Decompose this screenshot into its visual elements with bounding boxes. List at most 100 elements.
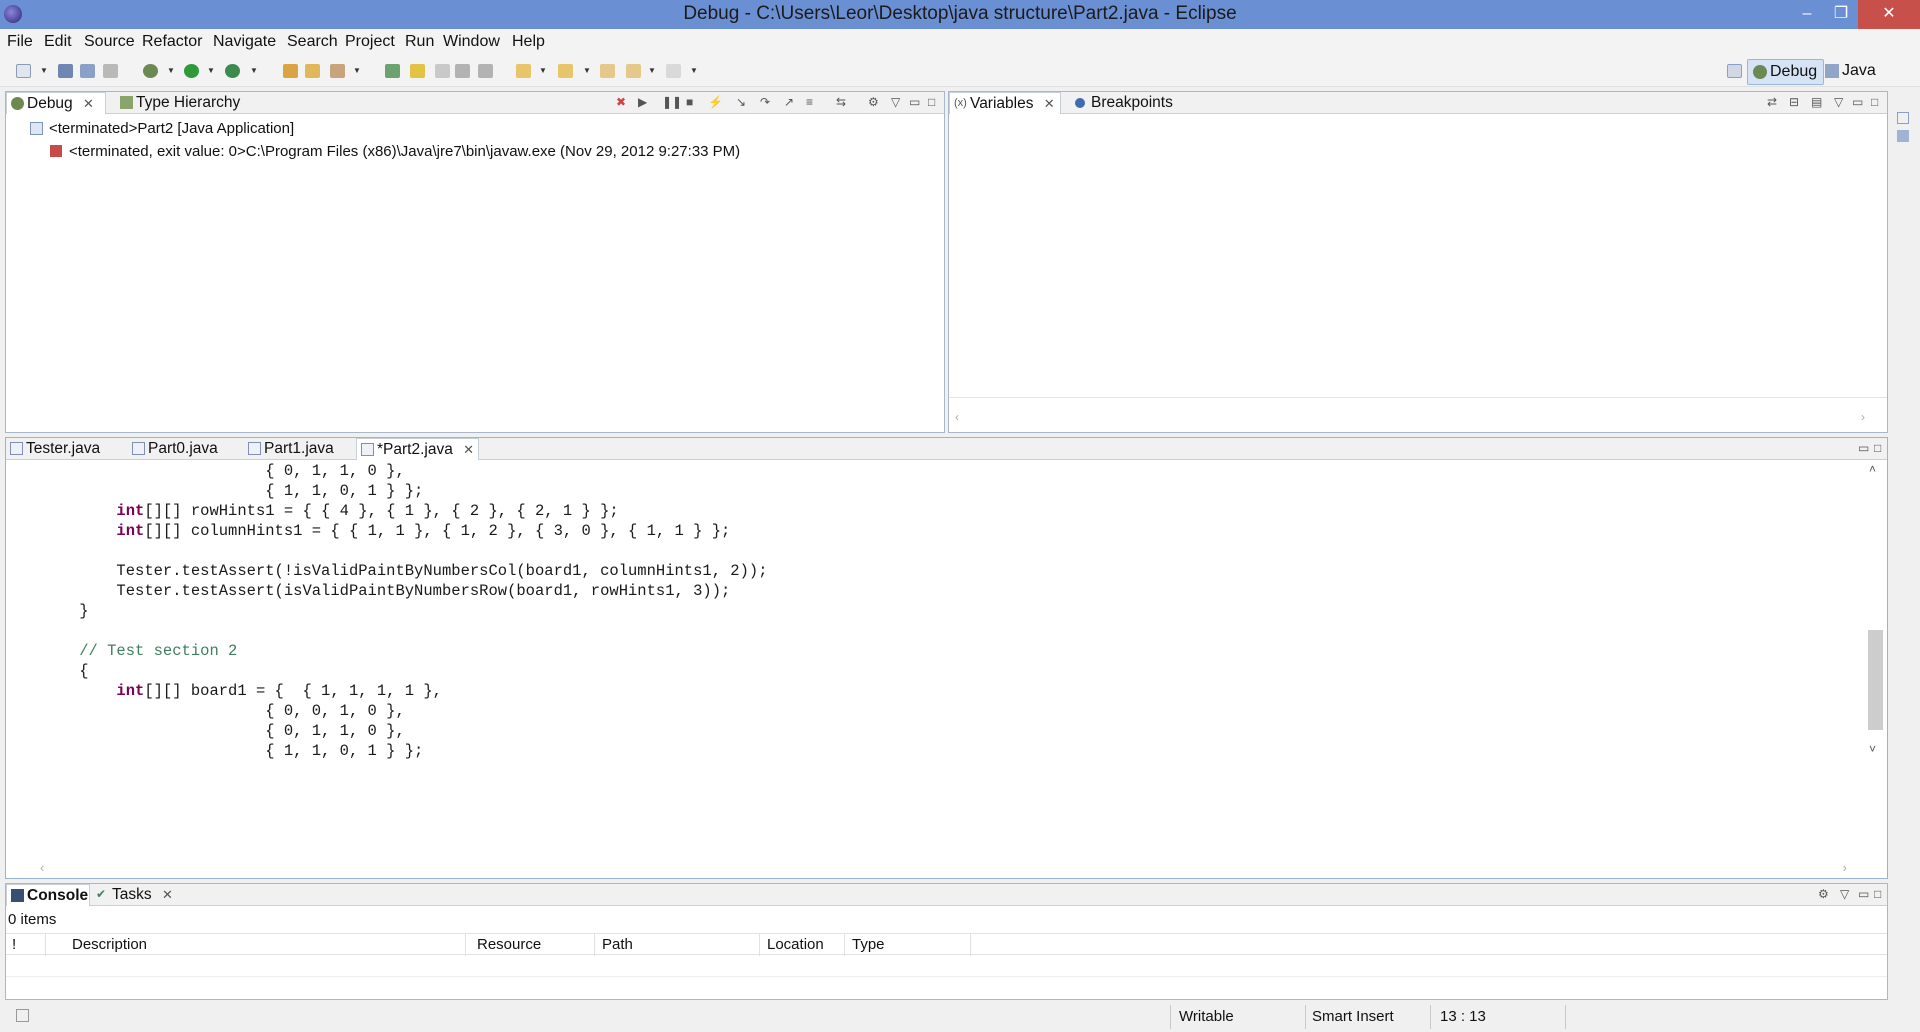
disconnect-icon[interactable]: ⚡ — [708, 95, 723, 109]
search-icon[interactable] — [330, 64, 345, 78]
chevron-down-icon[interactable]: ▽ — [1834, 95, 1843, 109]
menu-search[interactable]: Search — [287, 33, 338, 51]
step-into-icon[interactable]: ↘ — [736, 95, 746, 109]
show-type-names-icon[interactable]: ⇄ — [1767, 95, 1777, 109]
chevron-down-icon[interactable]: ▼ — [583, 66, 591, 75]
perspective-debug-button[interactable]: Debug — [1747, 59, 1825, 85]
chevron-down-icon[interactable]: ▼ — [648, 66, 656, 75]
terminate-icon[interactable]: ■ — [686, 95, 693, 109]
chevron-down-icon[interactable]: ▼ — [690, 66, 698, 75]
maximize-view-icon[interactable]: □ — [928, 95, 935, 109]
step-over-icon[interactable]: ↷ — [760, 95, 770, 109]
tab-variables[interactable]: (x) Variables ✕ — [949, 92, 1061, 114]
column-resource-header[interactable]: Resource — [471, 934, 595, 956]
menu-edit[interactable]: Edit — [44, 33, 72, 51]
maximize-view-icon[interactable]: □ — [1874, 441, 1881, 455]
save-all-icon[interactable] — [80, 64, 95, 78]
code-area[interactable]: { 0, 1, 1, 0 }, { 1, 1, 0, 1 } }; int[][… — [6, 460, 1854, 760]
chevron-down-icon[interactable]: ▼ — [353, 66, 361, 75]
tab-part0-java[interactable]: Part0.java — [128, 438, 242, 460]
menu-window[interactable]: Window — [443, 33, 500, 51]
open-resource-icon[interactable] — [305, 64, 320, 78]
maximize-view-icon[interactable]: □ — [1871, 95, 1878, 109]
collapse-all-icon[interactable]: ⊟ — [1789, 95, 1799, 109]
tab-debug[interactable]: Debug ✕ — [6, 92, 106, 114]
resume-icon[interactable]: ▶ — [638, 95, 647, 109]
scroll-right-icon[interactable]: › — [1843, 860, 1847, 875]
scroll-left-icon[interactable]: ‹ — [955, 410, 959, 424]
close-icon[interactable]: ✕ — [83, 96, 94, 111]
column-description-header[interactable]: Description — [66, 934, 466, 956]
scrollbar-thumb[interactable] — [1868, 630, 1883, 730]
tab-console[interactable]: Console — [6, 884, 90, 906]
perspective-java-button[interactable]: Java — [1820, 59, 1882, 85]
column-location-header[interactable]: Location — [761, 934, 845, 956]
block-selection-icon[interactable] — [455, 64, 470, 78]
coverage-icon[interactable] — [225, 64, 240, 78]
menu-navigate[interactable]: Navigate — [213, 33, 276, 51]
suspend-icon[interactable]: ❚❚ — [662, 95, 682, 109]
chevron-down-icon[interactable]: ▼ — [207, 66, 215, 75]
close-icon[interactable]: ✕ — [162, 887, 173, 902]
restore-icon[interactable] — [1897, 112, 1909, 124]
fast-view-icon[interactable] — [16, 1009, 29, 1022]
use-step-filters-icon[interactable]: ⇆ — [836, 95, 846, 109]
run-icon[interactable] — [184, 64, 199, 78]
show-whitespace-icon[interactable] — [478, 64, 493, 78]
chevron-down-icon[interactable]: ▼ — [250, 66, 258, 75]
scroll-left-icon[interactable]: ‹ — [40, 860, 44, 875]
chevron-down-icon[interactable]: ▽ — [891, 95, 900, 109]
tab-breakpoints[interactable]: Breakpoints — [1071, 92, 1181, 114]
column-priority-header[interactable]: ! — [6, 934, 46, 956]
scroll-up-icon[interactable]: ˄ — [1869, 462, 1876, 476]
debug-launch-item[interactable]: <terminated>Part2 [Java Application] — [30, 120, 294, 137]
close-icon[interactable]: ✕ — [1044, 96, 1055, 111]
drop-to-frame-icon[interactable]: ≡ — [806, 95, 813, 109]
new-icon[interactable] — [16, 64, 31, 78]
tab-part2-java[interactable]: *Part2.java ✕ — [356, 438, 479, 460]
chevron-down-icon[interactable]: ▼ — [539, 66, 547, 75]
debug-process-item[interactable]: <terminated, exit value: 0>C:\Program Fi… — [50, 143, 740, 160]
tab-tester-java[interactable]: Tester.java — [6, 438, 124, 460]
save-icon[interactable] — [58, 64, 73, 78]
remove-terminated-icon[interactable]: ✖ — [616, 95, 626, 109]
menu-file[interactable]: File — [7, 33, 33, 51]
scroll-right-icon[interactable]: › — [1861, 410, 1865, 424]
scroll-down-icon[interactable]: ˅ — [1869, 742, 1876, 756]
outline-icon[interactable] — [1897, 130, 1909, 142]
menu-run[interactable]: Run — [405, 33, 434, 51]
open-perspective-icon[interactable] — [1727, 64, 1742, 78]
chevron-down-icon[interactable]: ▽ — [1840, 887, 1849, 901]
minimize-view-icon[interactable]: ▭ — [1858, 887, 1869, 901]
forward-icon[interactable] — [666, 64, 681, 78]
view-menu-icon[interactable]: ⚙ — [868, 95, 879, 109]
column-type-header[interactable]: Type — [846, 934, 971, 956]
close-icon[interactable]: ✕ — [463, 442, 474, 457]
open-type-icon[interactable] — [283, 64, 298, 78]
menu-help[interactable]: Help — [512, 33, 545, 51]
toggle-mark-icon[interactable] — [435, 64, 450, 78]
editor-horizontal-scrollbar[interactable]: ‹ › — [6, 860, 1863, 878]
tab-tasks[interactable]: ✔ Tasks ✕ — [92, 884, 173, 906]
minimize-view-icon[interactable]: ▭ — [1852, 95, 1863, 109]
last-edit-icon[interactable] — [600, 64, 615, 78]
highlight-icon[interactable] — [410, 64, 425, 78]
column-path-header[interactable]: Path — [596, 934, 760, 956]
next-annotation-icon[interactable] — [385, 64, 400, 78]
chevron-down-icon[interactable]: ▼ — [167, 66, 175, 75]
step-return-icon[interactable]: ↗ — [784, 95, 794, 109]
debug-run-icon[interactable] — [143, 64, 158, 78]
menu-source[interactable]: Source — [84, 33, 135, 51]
minimize-view-icon[interactable]: ▭ — [1858, 441, 1869, 455]
minimize-view-icon[interactable]: ▭ — [909, 95, 920, 109]
view-menu-icon[interactable]: ⚙ — [1818, 887, 1829, 901]
previous-annotation-icon[interactable] — [558, 64, 573, 78]
next-annotation-down-icon[interactable] — [516, 64, 531, 78]
editor-vertical-scrollbar[interactable]: ˄ ˅ — [1863, 460, 1887, 760]
chevron-down-icon[interactable]: ▼ — [40, 66, 48, 75]
layout-icon[interactable]: ▤ — [1811, 95, 1822, 109]
print-icon[interactable] — [103, 64, 118, 78]
tab-part1-java[interactable]: Part1.java — [244, 438, 358, 460]
back-icon[interactable] — [626, 64, 641, 78]
menu-refactor[interactable]: Refactor — [142, 33, 202, 51]
